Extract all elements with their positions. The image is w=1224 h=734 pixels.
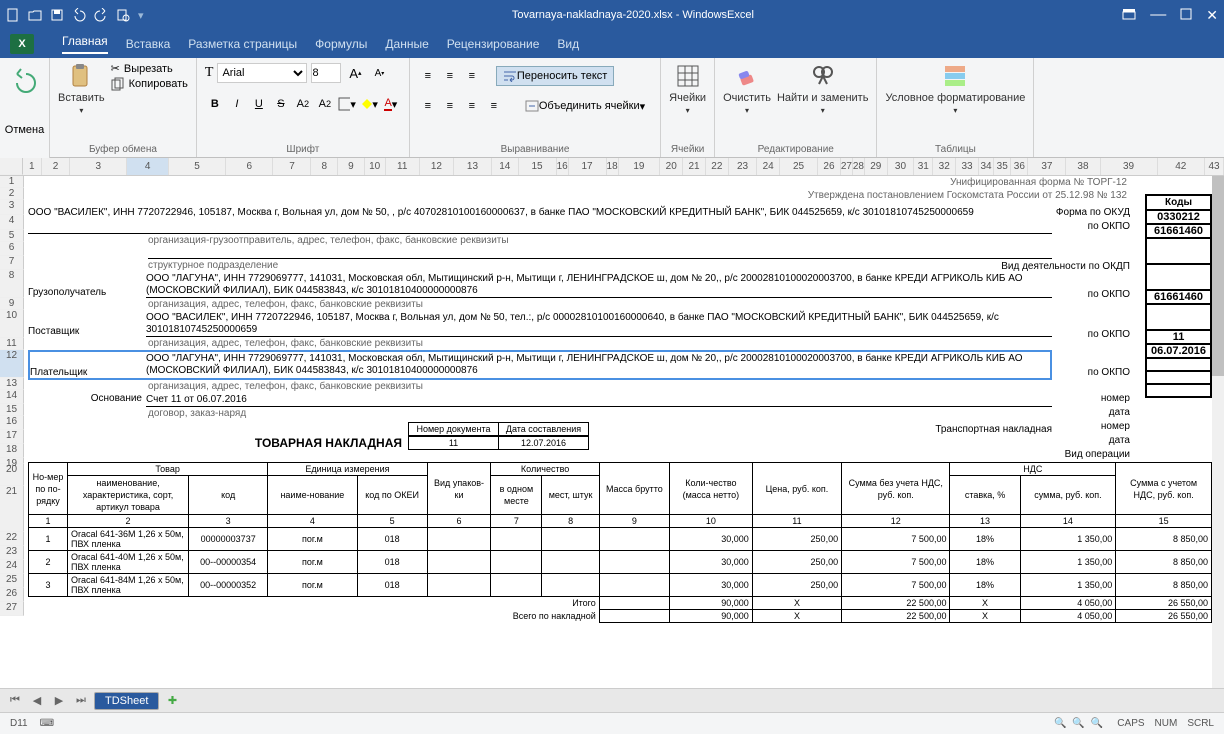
undo-label: Отмена xyxy=(5,124,44,136)
wrap-icon xyxy=(503,70,517,82)
undo-icon[interactable] xyxy=(72,8,86,22)
add-sheet-icon[interactable]: ✚ xyxy=(163,692,181,710)
conditional-format-button[interactable]: Условное форматирование▾ xyxy=(885,62,1025,115)
bold-button[interactable]: B xyxy=(205,94,225,114)
border-button[interactable]: ▾ xyxy=(337,94,357,114)
align-left-icon[interactable]: ≡ xyxy=(418,96,438,116)
app-logo-icon[interactable]: X xyxy=(10,34,34,54)
font-group-label: Шрифт xyxy=(205,142,401,155)
ribbon-toggle-icon[interactable] xyxy=(1122,7,1136,24)
tab-insert[interactable]: Вставка xyxy=(126,37,171,51)
fill-color-button[interactable]: ▾ xyxy=(359,94,379,114)
strike-button[interactable]: S xyxy=(271,94,291,114)
italic-button[interactable]: I xyxy=(227,94,247,114)
font-color-button[interactable]: A▾ xyxy=(381,94,401,114)
tab-view[interactable]: Вид xyxy=(557,37,579,51)
cells-button[interactable]: Ячейки▾ xyxy=(669,62,706,115)
table-row: 2Oracal 641-40M 1,26 x 50м, ПВХ пленка00… xyxy=(29,551,1212,574)
new-file-icon[interactable] xyxy=(6,8,20,22)
minimize-icon[interactable]: — xyxy=(1150,6,1166,24)
subscript-button[interactable]: A2 xyxy=(293,94,313,114)
print-preview-icon[interactable] xyxy=(116,8,130,22)
tab-home[interactable]: Главная xyxy=(62,34,108,54)
codes-box: Коды 0330212 61661460 61661460 11 06.07.… xyxy=(1145,194,1212,398)
sheet-tab-bar: ⏮ ◀ ▶ ⏭ TDSheet ✚ xyxy=(0,688,1224,712)
spreadsheet-grid[interactable]: 1 2 3 4 5 6 7 8 9 10 11 12 13 14 15 16 1… xyxy=(0,158,1224,688)
font-size-input[interactable] xyxy=(311,63,341,83)
zoom-in-icon[interactable]: 🔍 xyxy=(1091,718,1103,729)
find-replace-button[interactable]: Найти и заменить▾ xyxy=(777,62,868,115)
edit-group-label: Редактирование xyxy=(723,142,868,155)
table-row: 1Oracal 641-36M 1,26 x 50м, ПВХ пленка00… xyxy=(29,528,1212,551)
cut-button[interactable]: ✂Вырезать xyxy=(111,62,188,75)
status-bar: D11 ⌨ 🔍 🔍 🔍 CAPS NUM SCRL xyxy=(0,712,1224,734)
clear-button[interactable]: Очистить▾ xyxy=(723,62,771,115)
align-group-label: Выравнивание xyxy=(418,142,652,155)
align-bot-icon[interactable]: ≡ xyxy=(462,66,482,86)
paste-button[interactable]: Вставить▾ xyxy=(58,62,105,115)
open-file-icon[interactable] xyxy=(28,8,42,22)
wrap-text-button[interactable]: Переносить текст xyxy=(496,66,614,86)
tab-review[interactable]: Рецензирование xyxy=(447,37,540,51)
undo-button[interactable] xyxy=(11,68,39,96)
table-row: 3Oracal 641-84M 1,26 x 50м, ПВХ пленка00… xyxy=(29,574,1212,597)
copy-button[interactable]: Копировать xyxy=(111,77,188,91)
align-center-icon[interactable]: ≡ xyxy=(440,96,460,116)
decrease-font-icon[interactable]: A▾ xyxy=(369,63,389,83)
align-right-icon[interactable]: ≡ xyxy=(462,96,482,116)
redo-icon[interactable] xyxy=(94,8,108,22)
tab-layout[interactable]: Разметка страницы xyxy=(188,37,297,51)
maximize-icon[interactable] xyxy=(1180,8,1192,23)
document-content: Унифицированная форма № ТОРГ-12 Утвержде… xyxy=(28,176,1212,623)
underline-button[interactable]: U xyxy=(249,94,269,114)
keyboard-icon[interactable]: ⌨ xyxy=(40,718,54,729)
window-title: Tovarnaya-nakladnaya-2020.xlsx - Windows… xyxy=(144,9,1123,21)
close-icon[interactable]: ✕ xyxy=(1206,7,1218,24)
font-name-select[interactable]: Arial xyxy=(217,63,307,83)
zoom-out-icon[interactable]: 🔍 xyxy=(1054,718,1066,729)
tab-formulas[interactable]: Формулы xyxy=(315,37,367,51)
scissors-icon: ✂ xyxy=(111,62,120,75)
ribbon: X Главная Вставка Разметка страницы Форм… xyxy=(0,30,1224,58)
merge-icon xyxy=(525,100,539,112)
sheet-nav-next-icon[interactable]: ▶ xyxy=(50,692,68,710)
save-icon[interactable] xyxy=(50,8,64,22)
sheet-nav-first-icon[interactable]: ⏮ xyxy=(6,692,24,710)
tables-group-label: Таблицы xyxy=(885,142,1025,155)
cells-group-label: Ячейки xyxy=(669,142,706,155)
clipboard-group-label: Буфер обмена xyxy=(58,142,188,155)
sheet-tab[interactable]: TDSheet xyxy=(94,692,159,710)
sheet-nav-prev-icon[interactable]: ◀ xyxy=(28,692,46,710)
title-bar: ▾ Tovarnaya-nakladnaya-2020.xlsx - Windo… xyxy=(0,0,1224,30)
active-cell-ref: D11 xyxy=(10,718,28,729)
tab-data[interactable]: Данные xyxy=(385,37,428,51)
increase-font-icon[interactable]: A▴ xyxy=(345,63,365,83)
copy-icon xyxy=(111,77,125,91)
merge-cells-button[interactable]: Объединить ячейки▾ xyxy=(518,96,652,116)
vertical-scrollbar[interactable] xyxy=(1212,176,1224,688)
align-top-icon[interactable]: ≡ xyxy=(418,66,438,86)
zoom-reset-icon[interactable]: 🔍 xyxy=(1072,718,1084,729)
superscript-button[interactable]: A2 xyxy=(315,94,335,114)
sheet-nav-last-icon[interactable]: ⏭ xyxy=(72,692,90,710)
align-justify-icon[interactable]: ≡ xyxy=(484,96,504,116)
selected-cell: Плательщик ООО "ЛАГУНА", ИНН 7729069777,… xyxy=(28,350,1052,380)
align-mid-icon[interactable]: ≡ xyxy=(440,66,460,86)
